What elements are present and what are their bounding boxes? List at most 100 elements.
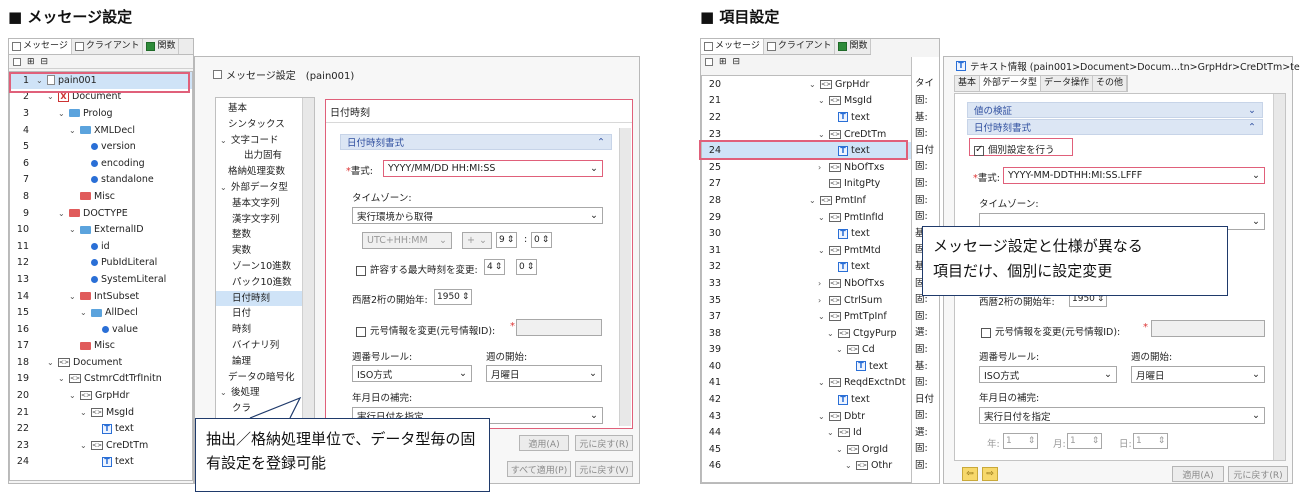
individual-checkbox[interactable]: 個別設定を行う [974, 142, 1055, 156]
tree-row[interactable]: 25 › <> NbOfTxs [702, 159, 912, 176]
apply-button[interactable]: 適用(A) [1172, 466, 1224, 482]
revert-button[interactable]: 元に戻す(R) [1228, 466, 1288, 482]
tree-row[interactable]: 44 ⌄ <> Id [702, 424, 912, 441]
tree-node-label: CreDtTm [844, 128, 887, 140]
collapse-icon[interactable]: ⌃ [1248, 122, 1256, 133]
chevron-down-icon[interactable]: ⌄ [1252, 410, 1260, 421]
tree-row[interactable]: 31 ⌄ <> PmtMtd [702, 242, 912, 259]
chevron-icon[interactable]: ⌄ [836, 345, 844, 354]
tree-row[interactable]: 42 Ttext [702, 391, 912, 408]
tree-row[interactable]: 41 ⌄ <> ReqdExctnDt [702, 375, 912, 392]
chevron-icon[interactable]: ⌄ [818, 246, 826, 255]
tree-row[interactable]: 45 ⌄ <> OrgId [702, 441, 912, 458]
tab-message[interactable]: メッセージ [701, 39, 764, 54]
text-icon: T [838, 261, 848, 272]
tree-row[interactable]: 37 ⌄ <> PmtTpInf [702, 308, 912, 325]
era-checkbox[interactable]: 元号情報を変更(元号情報ID): [981, 324, 1120, 338]
tree-row[interactable]: 20 ⌄ <> GrpHdr [702, 76, 912, 93]
chevron-icon[interactable]: ⌄ [827, 428, 835, 437]
tree-row[interactable]: 27 <> InitgPty [702, 176, 912, 193]
tree-row[interactable]: 43 ⌄ <> Dbtr [702, 408, 912, 425]
chevron-down-icon[interactable]: ⌄ [1252, 170, 1260, 181]
line-number: 28 [708, 194, 721, 206]
chevron-down-icon[interactable]: ⌄ [1104, 369, 1112, 380]
tree-node: › <> NbOfTxs [724, 278, 884, 289]
chevron-icon[interactable]: ⌄ [827, 329, 835, 338]
back-arrow-icon[interactable]: ⇦ [962, 467, 978, 481]
spinner-icon[interactable]: ⇕ [1158, 436, 1166, 446]
tree-row[interactable]: 32 Ttext [702, 259, 912, 276]
collapse-all-icon[interactable]: ⊟ [733, 57, 741, 67]
format-input[interactable]: YYYY-MM-DDTHH:MI:SS.LFFF ⌄ [1003, 167, 1265, 184]
month-spinner[interactable]: 1 ⇕ [1067, 433, 1103, 449]
checkbox-icon[interactable] [981, 327, 991, 338]
tree-node-label: CtrlSum [844, 294, 883, 306]
tree-node: Ttext [724, 394, 870, 405]
expand-all-icon[interactable]: ⊞ [719, 57, 727, 67]
chevron-down-icon[interactable]: ⌄ [1252, 369, 1260, 380]
tree-row[interactable]: 29 ⌄ <> PmtInfId [702, 209, 912, 226]
property-header: T テキスト情報 (pain001>Document>Docum...tn>Gr… [956, 59, 1300, 73]
right-section-title: ■ 項目設定 [700, 8, 780, 26]
tree-row[interactable]: 39 ⌄ <> Cd [702, 342, 912, 359]
chevron-icon[interactable]: ⌄ [809, 80, 817, 89]
tree-row[interactable]: 38 ⌄ <> CtgyPurp [702, 325, 912, 342]
group-icon: <> [829, 129, 841, 139]
tab-client[interactable]: クライアント [764, 39, 836, 54]
group-icon: <> [838, 328, 850, 338]
spinner-icon[interactable]: ⇕ [1028, 436, 1036, 446]
month-label: 月: [1053, 439, 1066, 450]
property-tab[interactable]: その他 [1093, 76, 1128, 91]
chevron-icon[interactable]: › [818, 279, 826, 288]
chevron-icon[interactable]: ⌄ [836, 445, 844, 454]
property-tab[interactable]: 基本 [955, 76, 981, 91]
expand-icon[interactable]: ⌄ [1248, 105, 1256, 116]
chevron-icon[interactable]: ⌄ [818, 412, 826, 421]
tree-node-label: text [851, 394, 870, 406]
tree-row[interactable]: 33 › <> NbOfTxs [702, 275, 912, 292]
weekstart-select[interactable]: 月曜日 ⌄ [1131, 366, 1265, 383]
tree-row[interactable]: 28 ⌄ <> PmtInf [702, 192, 912, 209]
left-callout-pointer [249, 396, 302, 419]
format-value: YYYY-MM-DDTHH:MI:SS.LFFF [1008, 170, 1143, 181]
chevron-icon[interactable]: ⌄ [818, 130, 826, 139]
chevron-icon[interactable]: ⌄ [818, 378, 826, 387]
required-mark: * [1143, 322, 1148, 333]
era-input[interactable] [1151, 320, 1265, 337]
chevron-icon[interactable]: ⌄ [845, 461, 853, 470]
year-spinner[interactable]: 1 ⇕ [1003, 433, 1039, 449]
tree-node-label: InitgPty [844, 178, 881, 190]
property-tab[interactable]: 外部データ型 [980, 76, 1042, 91]
chevron-icon[interactable]: ⌄ [818, 312, 826, 321]
forward-arrow-icon[interactable]: ⇨ [982, 467, 998, 481]
chevron-icon[interactable]: ⌄ [809, 196, 817, 205]
chevron-icon[interactable]: ⌄ [818, 213, 826, 222]
settings-icon[interactable] [705, 58, 713, 66]
tree-row[interactable]: 21 ⌄ <> MsgId [702, 93, 912, 110]
day-spinner[interactable]: 1 ⇕ [1133, 433, 1169, 449]
ymd-select[interactable]: 実行日付を指定 ⌄ [979, 407, 1265, 424]
property-scrollbar[interactable] [1273, 94, 1285, 460]
tree-row[interactable]: 46 ⌄ <> Othr [702, 458, 912, 475]
tree-node: ⌄ <> Id [724, 427, 862, 438]
spinner-icon[interactable]: ⇕ [1092, 436, 1100, 446]
tree-node-label: NbOfTxs [844, 161, 885, 173]
tree-row[interactable]: 40 Ttext [702, 358, 912, 375]
validation-section[interactable]: 値の検証 ⌄ [967, 102, 1263, 118]
right-callout: メッセージ設定と仕様が異なる 項目だけ、個別に設定変更 [922, 226, 1228, 296]
chevron-icon[interactable]: › [818, 163, 826, 172]
tree-row[interactable]: 30 Ttext [702, 225, 912, 242]
property-tab[interactable]: データ操作 [1041, 76, 1094, 91]
type-cell: 固: [915, 128, 928, 140]
checkbox-checked-icon[interactable] [974, 144, 984, 156]
chevron-icon[interactable]: › [818, 296, 826, 305]
datetime-format-section[interactable]: 日付時刻書式 ⌃ [967, 119, 1263, 135]
weeknum-value: ISO方式 [984, 370, 1020, 382]
chevron-icon[interactable]: ⌄ [818, 96, 826, 105]
chevron-down-icon[interactable]: ⌄ [1252, 216, 1260, 227]
tree-row[interactable]: 35 › <> CtrlSum [702, 292, 912, 309]
weeknum-select[interactable]: ISO方式 ⌄ [979, 366, 1117, 383]
group-icon: <> [829, 96, 841, 106]
tab-function[interactable]: 関数 [835, 39, 872, 54]
tree-row[interactable]: 22 Ttext [702, 109, 912, 126]
